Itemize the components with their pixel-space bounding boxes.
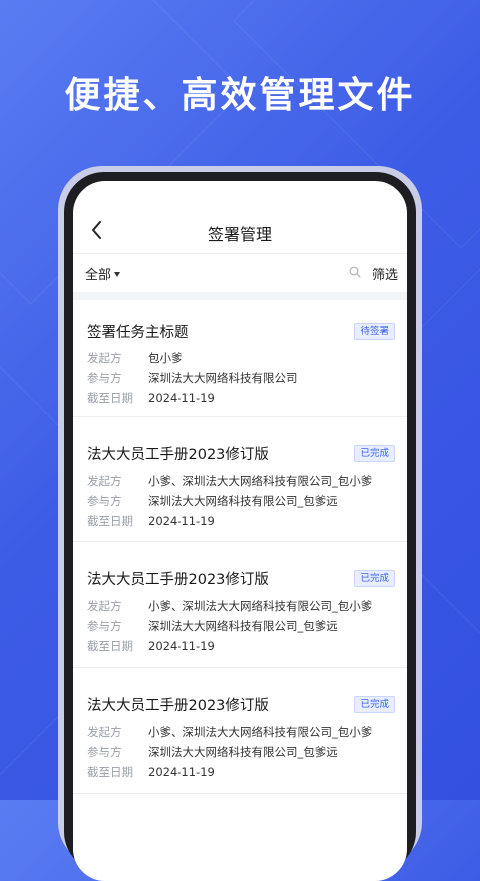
document-list: 签署任务主标题 待签署 发起方 包小爹 参与方 深圳法大大网络科技有限公司 截至日期… [73,300,407,794]
deadline-value: 2024-11-19 [148,514,215,528]
status-badge: 已完成 [354,696,395,713]
deadline-row: 截至日期 2024-11-19 [87,390,215,406]
status-badge: 已完成 [354,570,395,587]
deadline-row: 截至日期 2024-11-19 [87,638,215,654]
initiator-row: 发起方 包小爹 [87,350,183,366]
initiator-label: 发起方 [87,599,122,613]
initiator-label: 发起方 [87,351,122,365]
filter-all-label: 全部 [85,268,112,283]
participants-row: 参与方 深圳法大大网络科技有限公司_包爹远 [87,493,338,509]
deadline-row: 截至日期 2024-11-19 [87,764,215,780]
initiator-value: 包小爹 [148,351,183,365]
participants-value: 深圳法大大网络科技有限公司_包爹远 [148,619,338,633]
filter-bar: 全部 筛选 [73,253,407,292]
status-badge: 已完成 [354,445,395,462]
filter-all-dropdown[interactable]: 全部 [85,264,121,283]
document-card[interactable]: 法大大员工手册2023修订版 已完成 发起方 小爹、深圳法大大网络科技有限公司_包… [73,668,407,794]
deadline-label: 截至日期 [87,391,133,405]
initiator-label: 发起方 [87,725,122,739]
deadline-label: 截至日期 [87,639,133,653]
participants-label: 参与方 [87,494,122,508]
search-icon[interactable] [349,266,361,278]
deadline-label: 截至日期 [87,514,133,528]
card-title: 法大大员工手册2023修订版 [87,572,269,588]
initiator-row: 发起方 小爹、深圳法大大网络科技有限公司_包小爹 [87,598,372,614]
section-gap [73,292,407,300]
deadline-value: 2024-11-19 [148,765,215,779]
initiator-row: 发起方 小爹、深圳法大大网络科技有限公司_包小爹 [87,473,372,489]
participants-label: 参与方 [87,371,122,385]
participants-row: 参与方 深圳法大大网络科技有限公司_包爹远 [87,744,338,760]
status-badge: 待签署 [354,323,395,340]
deadline-value: 2024-11-19 [148,391,215,405]
participants-value: 深圳法大大网络科技有限公司_包爹远 [148,494,338,508]
initiator-label: 发起方 [87,474,122,488]
caret-down-icon [114,271,121,277]
deadline-label: 截至日期 [87,765,133,779]
deadline-value: 2024-11-19 [148,639,215,653]
participants-value: 深圳法大大网络科技有限公司_包爹远 [148,745,338,759]
participants-value: 深圳法大大网络科技有限公司 [148,371,298,385]
document-card[interactable]: 法大大员工手册2023修订版 已完成 发起方 小爹、深圳法大大网络科技有限公司_包… [73,417,407,542]
deadline-row: 截至日期 2024-11-19 [87,513,215,529]
filter-button[interactable]: 筛选 [372,264,398,283]
initiator-value: 小爹、深圳法大大网络科技有限公司_包小爹 [148,725,373,739]
card-title: 法大大员工手册2023修订版 [87,447,269,463]
participants-label: 参与方 [87,745,122,759]
promo-headline: 便捷、高效管理文件 [64,74,416,116]
app-screen: 签署管理 全部 筛选 签署任务主标题 待签署 发起方 包小爹 参与方 深圳法大大网络… [73,181,407,881]
participants-row: 参与方 深圳法大大网络科技有限公司 [87,370,298,386]
nav-bar: 签署管理 [73,181,407,253]
initiator-value: 小爹、深圳法大大网络科技有限公司_包小爹 [148,599,373,613]
initiator-value: 小爹、深圳法大大网络科技有限公司_包小爹 [148,474,373,488]
document-card[interactable]: 签署任务主标题 待签署 发起方 包小爹 参与方 深圳法大大网络科技有限公司 截至日期… [73,300,407,417]
initiator-row: 发起方 小爹、深圳法大大网络科技有限公司_包小爹 [87,724,372,740]
participants-label: 参与方 [87,619,122,633]
card-title: 签署任务主标题 [87,325,189,341]
participants-row: 参与方 深圳法大大网络科技有限公司_包爹远 [87,618,338,634]
card-title: 法大大员工手册2023修订版 [87,698,269,714]
document-card[interactable]: 法大大员工手册2023修订版 已完成 发起方 小爹、深圳法大大网络科技有限公司_包… [73,542,407,668]
page-title: 签署管理 [207,225,272,244]
